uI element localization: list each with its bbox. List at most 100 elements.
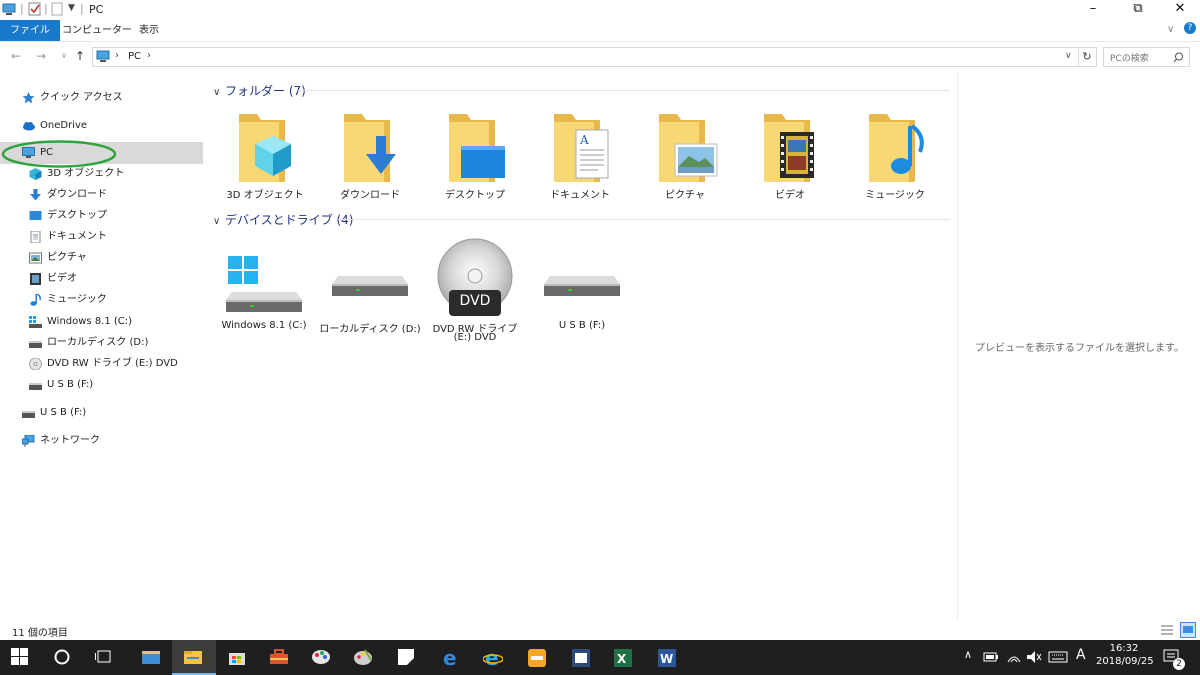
taskbar-app-toolbox[interactable] [258,640,300,675]
taskbar-app-store[interactable] [216,640,258,675]
drive-f[interactable]: U S B (F:) [532,238,632,331]
picture-icon [29,252,42,264]
properties-icon[interactable] [28,2,42,16]
show-hidden-icons-chevron-icon[interactable]: ∧ [964,648,972,661]
taskbar-app-word[interactable]: W [646,640,688,675]
drive-e[interactable]: DVD DVD RW ドライブ (E:) DVD [425,238,525,348]
title-bar: | | ▼ | PC – ⧉ ✕ [0,0,1200,20]
taskbar-app-edge[interactable]: e [430,640,472,675]
ribbon-tabs: ファイル コンピューター 表示 ∨ ? [0,20,1200,42]
keyboard-icon[interactable] [1048,650,1068,664]
breadcrumb-chevron-icon[interactable]: › [147,50,151,61]
sidebar-item-label: ネットワーク [40,435,100,446]
drive-label: Windows 8.1 (C:) [221,320,307,331]
palette-icon [354,649,372,665]
yellow-app-icon [528,649,546,667]
wifi-icon[interactable] [1006,650,1022,664]
volume-muted-icon[interactable] [1026,650,1042,664]
edge-icon: e [443,648,457,668]
taskbar-app-paint-3d[interactable] [300,640,342,675]
chevron-down-icon: ∨ [213,87,221,98]
divider [338,219,950,220]
details-view-icon[interactable] [1160,623,1174,637]
chevron-down-icon: ∨ [213,216,221,227]
drive-icon [544,276,620,296]
taskbar-app-internet-explorer[interactable]: e [472,640,514,675]
address-dropdown-icon[interactable]: ∨ [1065,51,1072,61]
large-icons-view-icon[interactable] [1180,622,1196,638]
ime-indicator[interactable]: A [1076,647,1086,663]
taskbar-app-explorer-alt[interactable] [130,640,172,675]
taskbar-app-yellow[interactable] [516,640,558,675]
dvd-badge: DVD [459,293,491,309]
up-button[interactable]: ↑ [72,48,88,64]
sidebar-item-label: ダウンロード [47,189,107,200]
drive-icon [29,383,42,390]
back-button[interactable]: ← [8,48,24,64]
drive-icon [22,411,35,418]
taskbar-app-dark[interactable] [560,640,602,675]
sidebar-item-label: OneDrive [40,120,88,131]
folder-downloads[interactable]: ダウンロード [320,108,420,208]
folder-3d-objects[interactable]: 3D オブジェクト [215,108,315,208]
taskbar-app-excel[interactable]: X [602,640,644,675]
breadcrumb-chevron-icon[interactable]: › [115,50,119,61]
folder-label: ピクチャ [665,190,705,201]
folder-desktop[interactable]: デスクトップ [425,108,525,208]
svg-text:X: X [617,652,627,666]
window-title: PC [89,3,104,16]
forward-button[interactable]: → [33,48,49,64]
taskbar-app-file-explorer[interactable] [172,640,216,675]
taskbar-app-sticky-notes[interactable] [386,640,428,675]
drive-d[interactable]: ローカルディスク (D:) [319,238,421,335]
close-button[interactable]: ✕ [1157,0,1200,20]
start-button[interactable] [0,640,42,675]
folder-icon [142,651,160,664]
clock[interactable]: 16:32 2018/09/25 [1096,643,1154,667]
ribbon-collapse-icon[interactable]: ∨ [1167,24,1174,35]
folder-videos[interactable]: ビデオ [740,108,840,208]
refresh-button[interactable]: ↻ [1078,47,1097,67]
divider [298,90,950,91]
search-placeholder: PCの検索 [1110,54,1149,64]
task-view-button[interactable] [84,640,126,675]
dark-app-icon [572,649,590,667]
search-icon [1173,52,1183,63]
folder-documents[interactable]: A ドキュメント [530,108,630,208]
tab-file[interactable]: ファイル [0,20,60,41]
search-input[interactable]: PCの検索 [1103,47,1190,67]
sidebar-item-label: ドキュメント [47,231,107,242]
group-header-devices[interactable]: ∨ デバイスとドライブ (4) [213,211,353,228]
film-icon [30,273,41,285]
recent-locations-button[interactable]: ∨ [56,48,72,64]
tab-view[interactable]: 表示 [129,20,169,41]
clock-date: 2018/09/25 [1096,656,1154,667]
folder-music[interactable]: ミュージック [845,108,945,208]
quick-access-dropdown-icon[interactable]: ▼ [68,3,75,13]
new-folder-icon[interactable] [50,2,64,16]
store-bag-icon [229,653,245,665]
group-header-folders[interactable]: ∨ フォルダー (7) [213,82,306,99]
folder-label: デスクトップ [445,190,505,201]
folder-label: ダウンロード [340,190,400,201]
minimize-button[interactable]: – [1070,0,1116,20]
breadcrumb-pc[interactable]: PC [128,51,141,62]
windows-logo-icon [11,648,28,665]
taskbar-app-paint[interactable] [342,640,384,675]
restore-button[interactable]: ⧉ [1115,0,1161,20]
svg-text:A: A [579,133,589,147]
document-icon: A [554,114,609,182]
battery-icon[interactable] [983,651,999,663]
group-header-label: フォルダー (7) [225,84,306,98]
navigation-pane: クイック アクセス OneDrive PC 3D オブジェクト ダウンロード デ… [0,80,205,620]
drive-c[interactable]: Windows 8.1 (C:) [214,238,314,331]
svg-text:e: e [485,648,499,668]
item-count: 11 個の項目 [12,628,68,639]
address-bar[interactable]: › PC › ∨ [92,47,1079,67]
help-icon[interactable]: ? [1184,22,1196,34]
drive-icon [332,276,408,296]
folder-pictures[interactable]: ピクチャ [635,108,735,208]
search-button[interactable] [42,640,84,675]
sidebar-item-label: 3D オブジェクト [47,168,125,179]
sidebar-item-label: ローカルディスク (D:) [47,337,149,348]
